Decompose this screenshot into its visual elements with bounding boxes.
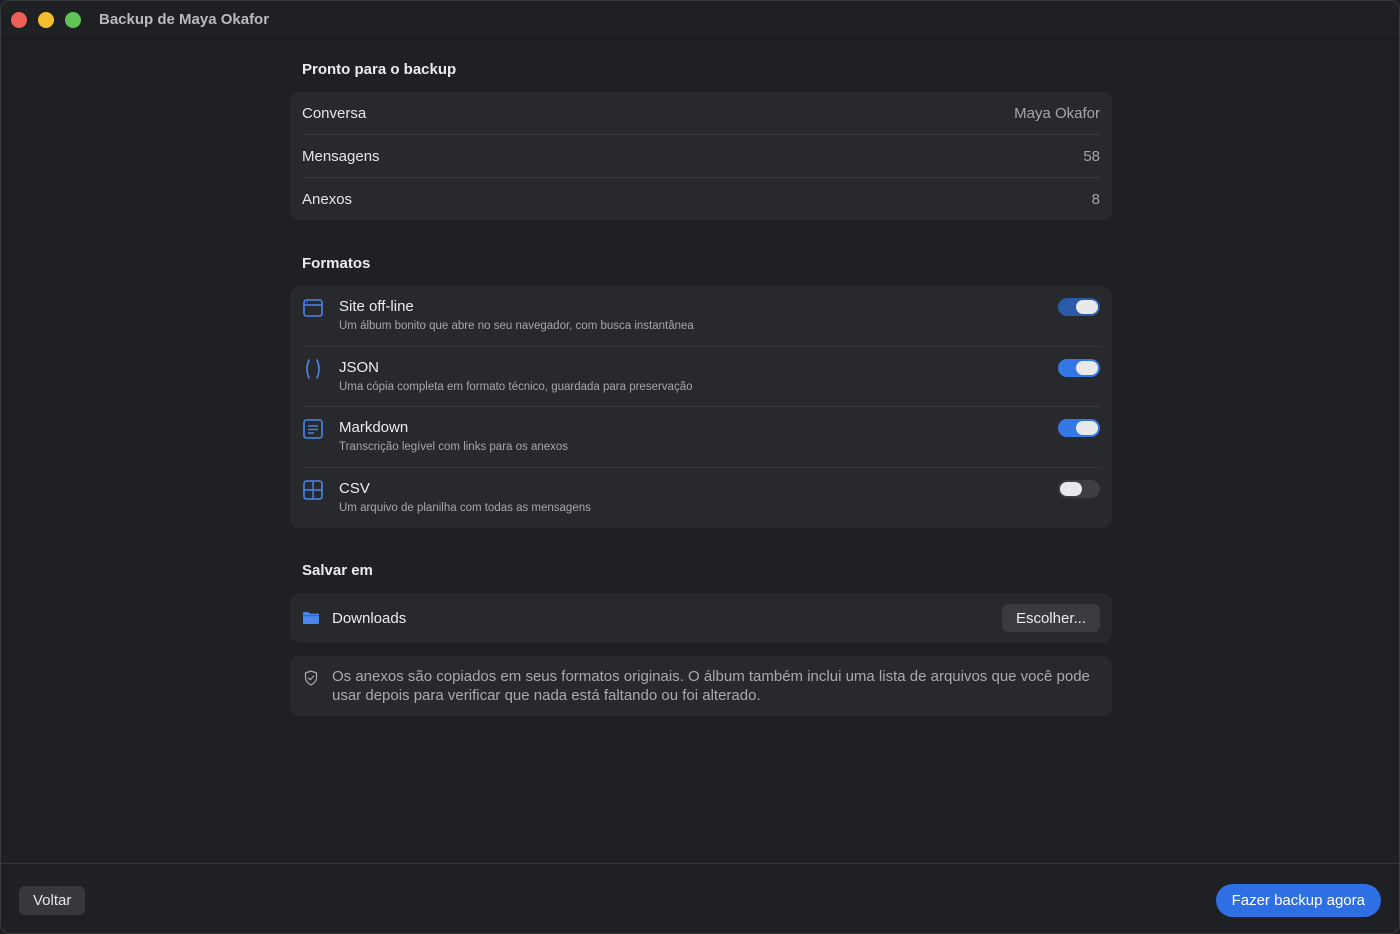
summary-row-conversation: Conversa Maya Okafor [302,92,1100,135]
shield-check-icon [304,670,318,686]
browser-window-icon [303,299,323,317]
toggle-knob [1076,421,1098,435]
integrity-note-text: Os anexos são copiados em seus formatos … [332,668,1090,704]
toggle-offline-site[interactable] [1058,298,1100,316]
save-heading: Salvar em [302,562,373,579]
choose-folder-button[interactable]: Escolher... [1001,604,1100,632]
integrity-note-card: Os anexos são copiados em seus formatos … [290,656,1112,716]
format-row-csv: CSV Um arquivo de planilha com todas as … [302,468,1100,528]
formats-card: Site off-line Um álbum bonito que abre n… [290,286,1112,528]
braces-icon [306,359,320,379]
back-button[interactable]: Voltar [19,886,86,915]
format-description: Um álbum bonito que abre no seu navegado… [339,320,694,332]
save-location-row: Downloads Escolher... [302,593,1100,643]
format-row-markdown: Markdown Transcrição legível com links p… [302,407,1100,467]
format-description: Um arquivo de planilha com todas as mens… [339,502,591,514]
toggle-knob [1076,300,1098,314]
summary-card: Conversa Maya Okafor Mensagens 58 Anexos… [290,92,1112,220]
save-location-label: Downloads [332,609,407,627]
format-name: CSV [339,480,370,497]
summary-value: 8 [1091,191,1100,208]
footer-bar: Voltar Fazer backup agora [1,863,1399,933]
toggle-markdown[interactable] [1058,419,1100,437]
summary-row-messages: Mensagens 58 [302,135,1100,178]
summary-value: Maya Okafor [1014,105,1100,122]
summary-label: Conversa [302,105,367,122]
window-title: Backup de Maya Okafor [99,11,270,28]
format-row-json: JSON Uma cópia completa em formato técni… [302,347,1100,407]
toggle-knob [1060,482,1082,496]
title-bar: Backup de Maya Okafor [1,1,1399,39]
document-text-icon [303,419,323,439]
toggle-json[interactable] [1058,359,1100,377]
zoom-window-button[interactable] [65,12,81,28]
start-backup-button[interactable]: Fazer backup agora [1215,884,1381,917]
table-grid-icon [303,480,323,500]
summary-row-attachments: Anexos 8 [302,178,1100,221]
backup-window: Backup de Maya Okafor Pronto para o back… [0,0,1400,934]
format-description: Uma cópia completa em formato técnico, g… [339,381,693,393]
close-window-button[interactable] [11,12,27,28]
format-row-offline-site: Site off-line Um álbum bonito que abre n… [302,286,1100,346]
save-location-card: Downloads Escolher... [290,593,1112,643]
toggle-knob [1076,361,1098,375]
summary-value: 58 [1083,148,1100,165]
summary-heading: Pronto para o backup [302,61,457,78]
format-name: JSON [339,359,380,376]
folder-icon [303,612,319,624]
toggle-csv[interactable] [1058,480,1100,498]
format-description: Transcrição legível com links para os an… [339,441,569,453]
format-name: Markdown [339,419,409,436]
summary-label: Anexos [302,191,353,208]
formats-heading: Formatos [302,255,371,272]
format-name: Site off-line [339,298,414,315]
summary-label: Mensagens [302,148,380,165]
minimize-window-button[interactable] [38,12,54,28]
